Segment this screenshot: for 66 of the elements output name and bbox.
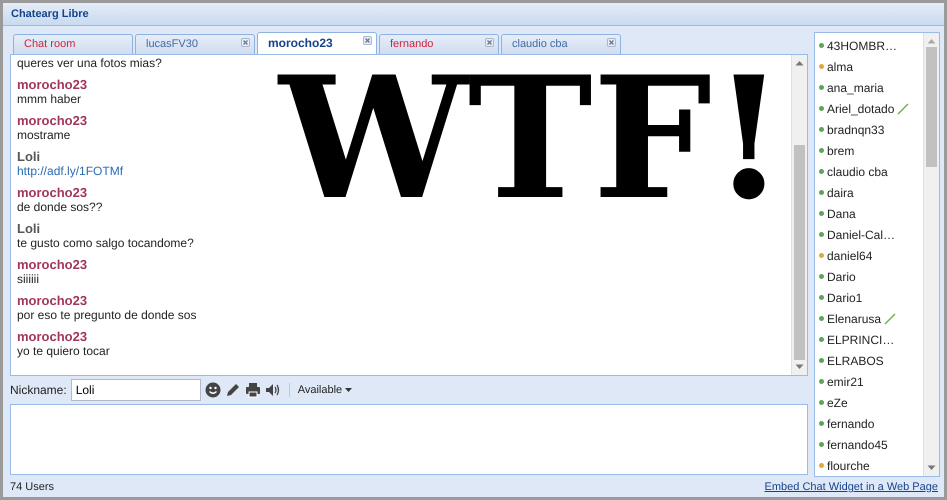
message-text: de donde sos?? (17, 200, 102, 214)
user-name[interactable]: bradnqn33 (827, 122, 884, 136)
message-author: morocho23 (17, 329, 88, 344)
chat-tab[interactable]: claudio cba (501, 34, 621, 54)
close-icon[interactable] (607, 38, 616, 47)
user-name[interactable]: Daniel-Cal… (827, 228, 896, 242)
message-author: morocho23 (17, 113, 88, 128)
user-name[interactable]: alma (827, 60, 854, 74)
caret-icon[interactable] (345, 388, 352, 392)
sound-icon[interactable] (264, 382, 281, 398)
user-name[interactable]: emir21 (827, 374, 864, 388)
chat-tab[interactable]: morocho23 (257, 32, 377, 54)
user-name[interactable]: Dario1 (827, 290, 862, 304)
nickname-label: Nickname: (10, 383, 67, 397)
message-text: queres ver una fotos mias? (17, 56, 162, 70)
message-link[interactable]: http://adf.ly/1FOTMf (17, 164, 124, 178)
scrollbar-thumb[interactable] (926, 47, 937, 167)
message-text: te gusto como salgo tocandome? (17, 236, 194, 250)
user-name[interactable]: ELPRINCI… (827, 332, 894, 346)
scroll-up-icon[interactable] (795, 60, 804, 66)
message-author: Loli (17, 221, 40, 236)
user-count: 74 Users (10, 481, 54, 493)
user-name[interactable]: Dario (827, 270, 856, 284)
message-text: mostrame (17, 128, 70, 142)
user-name[interactable]: ana_maria (827, 80, 884, 94)
message-author: morocho23 (17, 257, 88, 272)
close-icon[interactable] (485, 38, 494, 47)
user-name[interactable]: Dana (827, 206, 856, 220)
scroll-down-icon[interactable] (927, 465, 936, 471)
embed-link[interactable]: Embed Chat Widget in a Web Page (764, 481, 938, 493)
window-title: Chatearg Libre (3, 3, 944, 26)
message-input[interactable] (10, 404, 808, 475)
user-name[interactable]: eZe (827, 396, 848, 410)
user-name[interactable]: flourche (827, 458, 870, 472)
message-text: yo te quiero tocar (17, 344, 110, 358)
nickname-field[interactable]: Loli (70, 379, 201, 401)
print-icon[interactable] (244, 382, 261, 398)
pencil-icon[interactable] (224, 382, 241, 398)
chat-tab[interactable]: Chat room (13, 34, 133, 54)
message-author: Loli (17, 149, 40, 164)
user-name[interactable]: daniel64 (827, 248, 872, 262)
close-icon[interactable] (241, 38, 250, 47)
close-icon[interactable] (363, 36, 372, 45)
message-text: siiiiii (17, 272, 39, 286)
user-name[interactable]: claudio cba (827, 164, 888, 178)
user-name[interactable]: 43HOMBR… (827, 38, 898, 52)
user-name[interactable]: fernando45 (827, 438, 888, 452)
status-dropdown[interactable]: Available (298, 384, 352, 396)
message-author: morocho23 (17, 77, 88, 92)
chat-tab[interactable]: lucasFV30 (135, 34, 255, 54)
scrollbar-thumb[interactable] (794, 145, 805, 360)
scroll-down-icon[interactable] (795, 364, 804, 370)
scroll-up-icon[interactable] (927, 38, 936, 44)
message-author: morocho23 (17, 293, 88, 308)
user-name[interactable]: daira (827, 186, 854, 200)
smiley-icon[interactable] (204, 382, 221, 398)
user-name[interactable]: Elenarusa (827, 312, 882, 326)
overlay-caption: WTF! (279, 67, 786, 210)
message-author: morocho23 (17, 185, 88, 200)
message-text: mmm haber (17, 92, 82, 106)
user-name[interactable]: brem (827, 144, 854, 158)
message-text: por eso te pregunto de donde sos (17, 308, 196, 322)
user-name[interactable]: ELRABOS (827, 354, 884, 368)
chat-tab[interactable]: fernando (379, 34, 499, 54)
user-name[interactable]: fernando (827, 416, 874, 430)
user-name[interactable]: Ariel_dotado (827, 102, 894, 116)
